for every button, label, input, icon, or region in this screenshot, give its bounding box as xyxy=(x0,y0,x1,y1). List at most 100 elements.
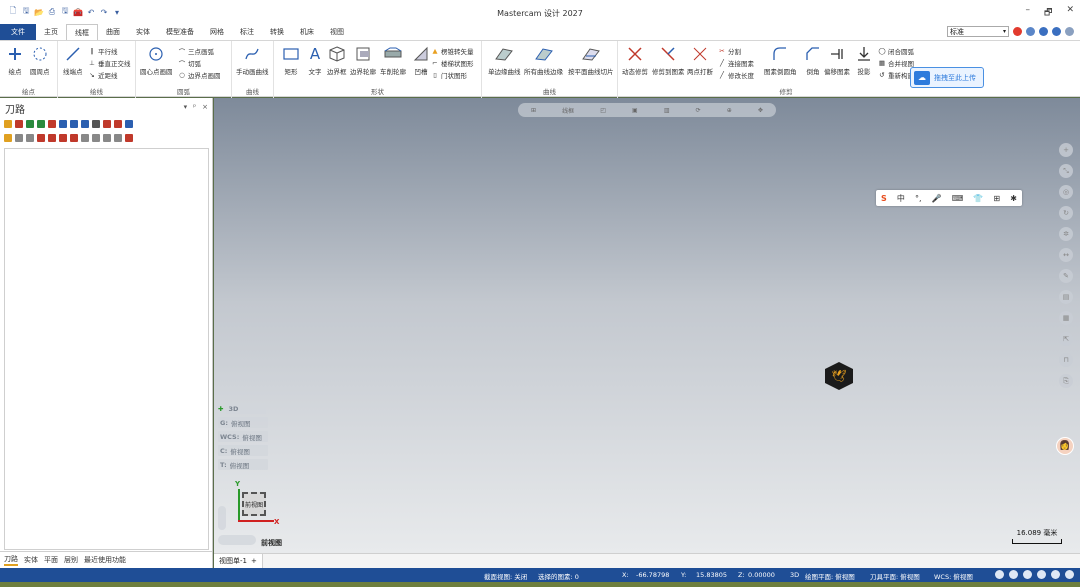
tab-toolpaths[interactable]: 刀路 xyxy=(4,554,18,566)
slice-curve-button[interactable]: 按平面曲线切片 xyxy=(568,45,614,76)
manual-spline-button[interactable]: 手动画曲线 xyxy=(236,45,269,76)
posting-icon[interactable] xyxy=(26,134,34,142)
fit-icon[interactable]: ⤡ xyxy=(1059,164,1073,178)
trim-to-entity-button[interactable]: 修剪到图素 xyxy=(652,45,685,76)
view-mode-row[interactable]: ✚ 3D xyxy=(218,403,268,414)
table-icon[interactable]: ▤ xyxy=(1059,290,1073,304)
rotate-icon[interactable]: ⟳ xyxy=(696,107,701,114)
select-mode-icon[interactable]: ⊞ xyxy=(531,107,536,114)
merge-views-button[interactable]: ▦ 合并视图 xyxy=(878,58,914,68)
tab-model-prep[interactable]: 模型准备 xyxy=(158,24,202,40)
save-as-icon[interactable]: 🖫 xyxy=(60,6,70,17)
toolbox-grid-icon[interactable]: ⊞ xyxy=(993,194,1000,203)
nav-orbit-button[interactable] xyxy=(218,535,256,545)
tab-home[interactable]: 主页 xyxy=(36,24,66,40)
bracket-icon[interactable]: ⊓ xyxy=(1059,353,1073,367)
select-all-ops-icon[interactable] xyxy=(4,120,12,128)
color-icon[interactable]: ▥ xyxy=(664,107,670,114)
circle-points-button[interactable]: 圆周点 xyxy=(30,45,50,76)
verify-icon[interactable] xyxy=(59,120,67,128)
graphics-viewport[interactable]: ⊞ 线框 ◰ ▣ ▥ ⟳ ⊕ ✥ S 中 °, 🎤 ⌨ 👕 ⊞ ✱ 🕊 + ⤡ … xyxy=(214,98,1080,553)
move-down-icon[interactable] xyxy=(37,134,45,142)
wcs-status[interactable]: WCS: 俯视图 xyxy=(934,571,973,581)
insert-after-icon[interactable] xyxy=(59,134,67,142)
feedback-icon[interactable] xyxy=(1026,27,1035,36)
tab-recent-functions[interactable]: 最近使用功能 xyxy=(84,555,126,565)
collapse-icon[interactable] xyxy=(103,134,111,142)
view-cube[interactable]: Y X 前视图 xyxy=(234,480,284,530)
viewport-quick-toolbar[interactable]: ⊞ 线框 ◰ ▣ ▥ ⟳ ⊕ ✥ xyxy=(518,103,776,117)
display-mode-combo[interactable]: 标准 ▾ xyxy=(947,26,1009,37)
image-icon[interactable]: ▦ xyxy=(1059,311,1073,325)
tab-machine[interactable]: 机床 xyxy=(292,24,322,40)
close-button[interactable]: ✕ xyxy=(1066,5,1074,21)
tab-view[interactable]: 视图 xyxy=(322,24,352,40)
regen-selected-icon[interactable] xyxy=(26,120,34,128)
select-invalid-icon[interactable] xyxy=(15,120,23,128)
insert-arrow-icon[interactable] xyxy=(70,134,78,142)
close-arc-button[interactable]: ◯ 闭合圆弧 xyxy=(878,46,914,56)
perpendicular-line-button[interactable]: ⊥ 垂直正交线 xyxy=(88,58,130,68)
move-up-icon[interactable] xyxy=(48,134,56,142)
sheet-tab[interactable]: 视图单-1 + xyxy=(214,554,263,568)
minimize-button[interactable]: – xyxy=(1026,5,1031,21)
zoom-in-icon[interactable]: + xyxy=(1059,143,1073,157)
highfeed-icon[interactable] xyxy=(103,120,111,128)
print-icon[interactable]: ⎙ xyxy=(47,7,57,17)
show-selected-icon[interactable] xyxy=(81,134,89,142)
rebuild-button[interactable]: ↺ 重新构建 xyxy=(878,70,914,80)
g1-icon[interactable] xyxy=(92,120,100,128)
tool-plane-status[interactable]: 刀具平面: 俯视图 xyxy=(870,571,920,581)
divide-button[interactable]: ✂ 分割 xyxy=(718,46,741,56)
chamfer-button[interactable]: 倒角 xyxy=(804,45,822,76)
panel-dropdown-icon[interactable]: ▾ xyxy=(184,103,188,111)
tab-mesh[interactable]: 网格 xyxy=(202,24,232,40)
zoom-icon[interactable]: ⊕ xyxy=(727,107,732,114)
contrast-icon[interactable] xyxy=(1065,570,1074,579)
all-edge-curves-button[interactable]: 所有曲线边缘 xyxy=(524,45,563,76)
expand-icon[interactable] xyxy=(92,134,100,142)
cursor-icon[interactable]: ⇱ xyxy=(1059,332,1073,346)
tab-transform[interactable]: 转换 xyxy=(262,24,292,40)
tab-solids-panel[interactable]: 实体 xyxy=(24,555,38,565)
redo-icon[interactable]: ↷ xyxy=(99,7,109,17)
globe-icon[interactable] xyxy=(995,570,1004,579)
backplot-icon[interactable] xyxy=(48,120,56,128)
customize-icon[interactable]: ▾ xyxy=(112,7,122,17)
rotate-view-icon[interactable]: ↻ xyxy=(1059,206,1073,220)
tab-file[interactable]: 文件 xyxy=(0,24,36,40)
upload-popup[interactable]: ☁ 拖拽至此上传 xyxy=(910,67,984,88)
open-folder-icon[interactable]: 📂 xyxy=(34,7,44,17)
draw-plane-status[interactable]: 绘图平面: 俯视图 xyxy=(805,571,855,581)
skin-icon[interactable]: 👕 xyxy=(973,194,983,203)
zoom-window-icon[interactable]: ◎ xyxy=(1059,185,1073,199)
offset-entity-button[interactable]: 偏移图素 xyxy=(824,45,850,76)
single-edge-curve-button[interactable]: 单边缘曲线 xyxy=(488,45,521,76)
toolbox-icon[interactable]: 🧰 xyxy=(73,7,83,17)
delete-ops-icon[interactable] xyxy=(114,120,122,128)
sogou-extra-icon[interactable]: ✱ xyxy=(1010,194,1017,203)
ime-chinese-toggle[interactable]: 中 xyxy=(897,193,905,204)
toggle-display-icon[interactable] xyxy=(15,134,23,142)
toolpath-list[interactable] xyxy=(4,148,209,550)
restore-button[interactable]: 🗗 xyxy=(1044,5,1052,21)
sphere-icon[interactable] xyxy=(1051,570,1060,579)
door-shape-button[interactable]: ▯ 门状图形 xyxy=(431,70,467,80)
rectangle-button[interactable]: 矩形 xyxy=(282,45,300,76)
plane-g-row[interactable]: G: 俯视图 xyxy=(218,417,268,428)
plane-wcs-row[interactable]: WCS: 俯视图 xyxy=(218,431,268,442)
tab-wireframe[interactable]: 线框 xyxy=(66,24,98,40)
plane-c-row[interactable]: C: 俯视图 xyxy=(218,445,268,456)
bounding-box-button[interactable]: 边界框 xyxy=(327,45,347,76)
point-button[interactable]: 绘点 xyxy=(6,45,24,76)
globe-alt-icon[interactable] xyxy=(1009,570,1018,579)
pan-icon[interactable]: ✥ xyxy=(758,107,763,114)
regen-dirty-icon[interactable] xyxy=(37,120,45,128)
keyboard-icon[interactable]: ⌨ xyxy=(952,194,964,203)
tab-planes[interactable]: 平面 xyxy=(44,555,58,565)
plane-t-row[interactable]: T: 俯视图 xyxy=(218,459,268,470)
tab-levels[interactable]: 层别 xyxy=(64,555,78,565)
measure-icon[interactable]: ↔ xyxy=(1059,248,1073,262)
parallel-line-button[interactable]: ∥ 平行线 xyxy=(88,46,117,56)
shading-icon[interactable] xyxy=(1037,570,1046,579)
